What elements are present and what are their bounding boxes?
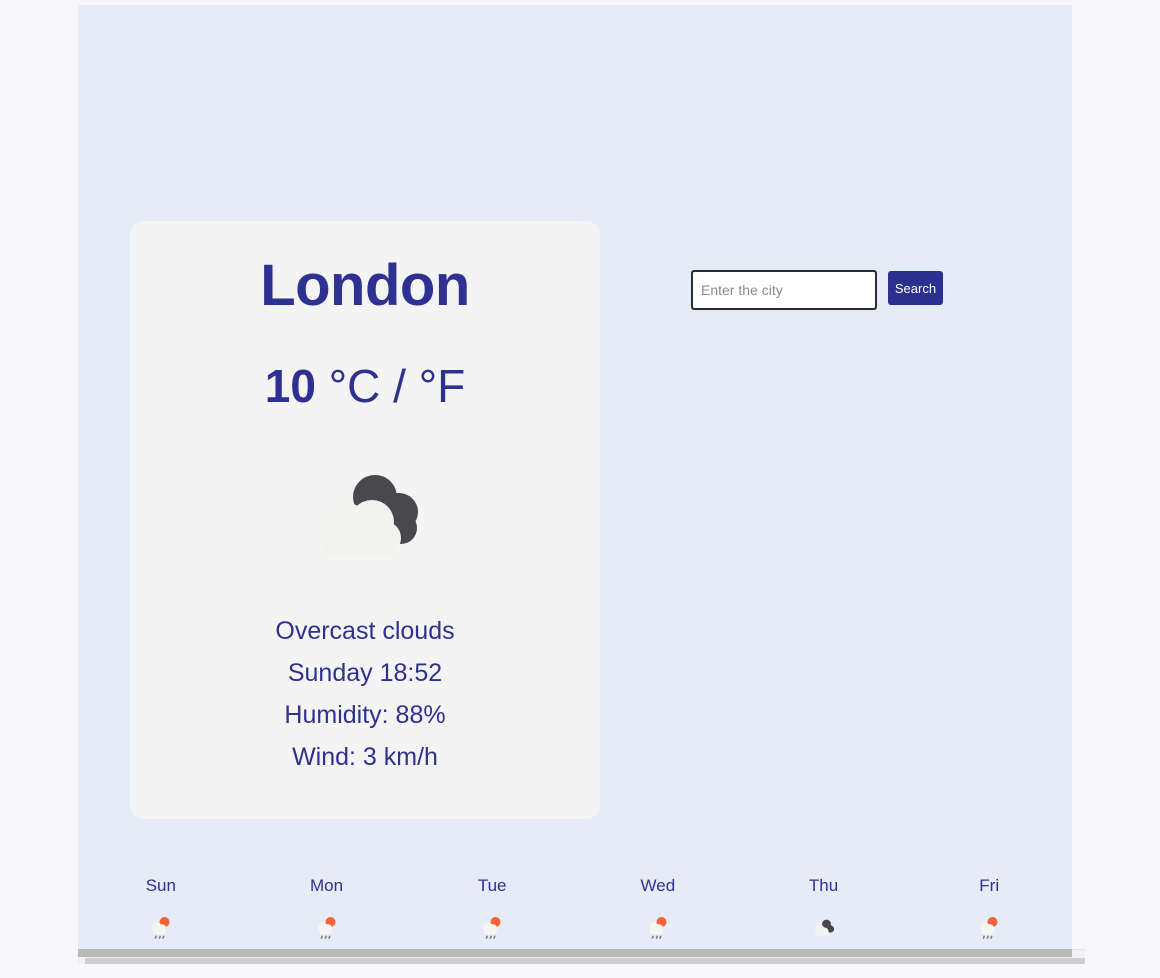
forecast-day-label: Sun: [145, 876, 176, 895]
forecast-day[interactable]: Mon: [244, 877, 410, 941]
sun-behind-rain-cloud-icon: [976, 915, 1002, 941]
forecast-day-label: Tue: [477, 876, 507, 895]
weather-app-root: London 10 °C / °F Overcast clouds Sunday…: [0, 0, 1160, 978]
temperature-display: 10 °C / °F: [265, 363, 465, 409]
search-input[interactable]: [691, 270, 877, 310]
datetime-text: Sunday 18:52: [287, 659, 443, 687]
overcast-clouds-icon: [300, 465, 430, 575]
forecast-day-label: Fri: [979, 876, 1000, 895]
humidity-text: Humidity: 88%: [284, 701, 446, 729]
city-name: London: [260, 253, 470, 318]
sun-behind-rain-cloud-icon: [479, 915, 505, 941]
weather-container: London 10 °C / °F Overcast clouds Sunday…: [78, 5, 1072, 949]
temperature-value: 10: [264, 360, 316, 412]
forecast-day-label: Mon: [309, 876, 344, 895]
condition-details: Overcast clouds Sunday 18:52 Humidity: 8…: [275, 619, 454, 770]
forecast-day[interactable]: Thu: [741, 877, 907, 941]
forecast-day[interactable]: Fri: [906, 877, 1072, 941]
horizontal-scrollbar-thumb[interactable]: [78, 949, 1072, 957]
overcast-clouds-icon: [811, 915, 837, 941]
horizontal-scrollbar-secondary[interactable]: [85, 958, 1085, 964]
forecast-day[interactable]: Sun: [78, 877, 244, 941]
sun-behind-rain-cloud-icon: [645, 915, 671, 941]
current-weather-card: London 10 °C / °F Overcast clouds Sunday…: [130, 221, 600, 819]
search-area: Search: [691, 266, 943, 310]
forecast-row: Sun Mon Tue Wed Thu Fri: [78, 877, 1072, 941]
forecast-day-label: Wed: [640, 876, 676, 895]
sun-behind-rain-cloud-icon: [148, 915, 174, 941]
forecast-day-label: Thu: [808, 876, 839, 895]
temperature-units[interactable]: °C / °F: [329, 360, 465, 412]
search-button[interactable]: Search: [888, 271, 943, 305]
forecast-day[interactable]: Tue: [409, 877, 575, 941]
wind-text: Wind: 3 km/h: [292, 743, 438, 771]
condition-text: Overcast clouds: [275, 617, 455, 645]
forecast-day[interactable]: Wed: [575, 877, 741, 941]
sun-behind-rain-cloud-icon: [314, 915, 340, 941]
